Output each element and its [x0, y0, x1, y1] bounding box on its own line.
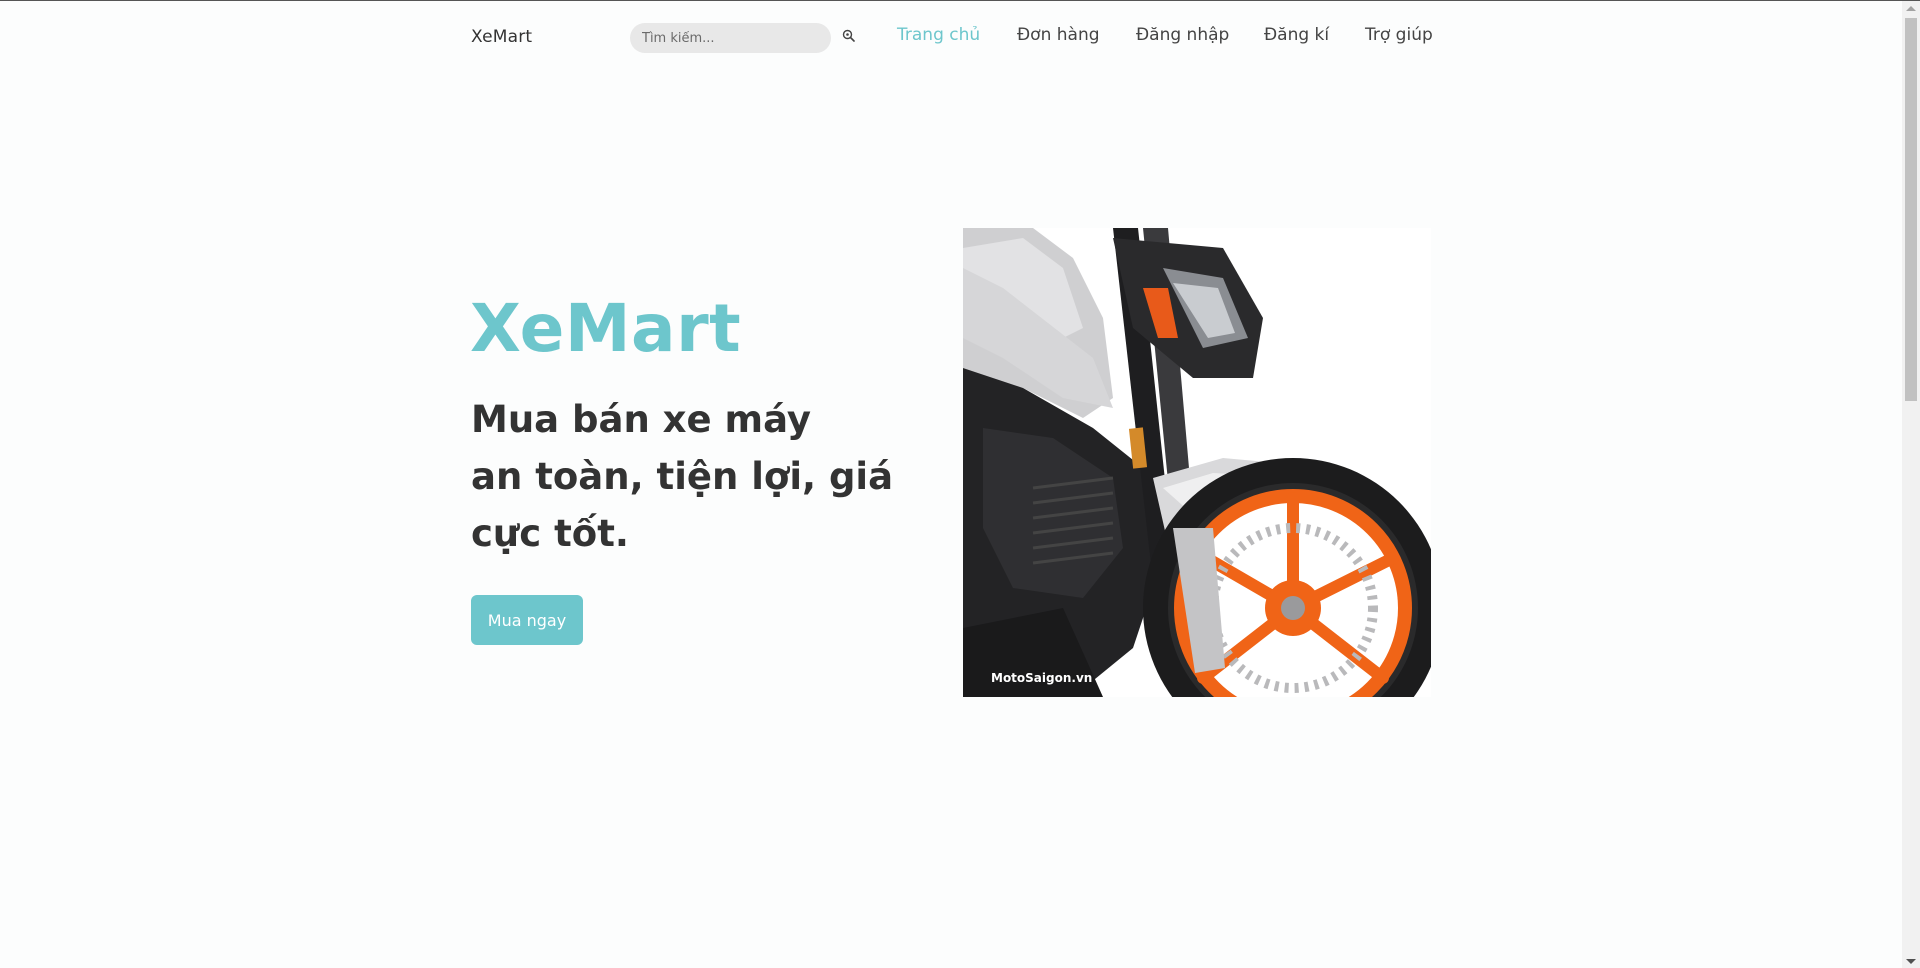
hero-tagline-line1: Mua bán xe máy — [471, 398, 812, 441]
image-watermark: MotoSaigon.vn — [991, 671, 1093, 685]
site-logo[interactable]: XeMart — [471, 27, 532, 47]
scrollbar-thumb[interactable] — [1905, 18, 1917, 401]
search-button[interactable] — [838, 26, 858, 46]
nav-login[interactable]: Đăng nhập — [1136, 25, 1229, 45]
hero-brand: XeMart — [470, 290, 742, 367]
hero-motorcycle-image: MotoSaigon.vn — [963, 228, 1431, 697]
page: XeMart Trang chủ Đơn hàng Đăng nhập Đăng… — [0, 1, 1902, 968]
nav-register[interactable]: Đăng kí — [1264, 25, 1329, 45]
nav-help[interactable]: Trợ giúp — [1365, 25, 1433, 45]
page-scrollbar[interactable] — [1902, 1, 1920, 968]
nav-home[interactable]: Trang chủ — [897, 25, 980, 45]
motorcycle-illustration — [963, 228, 1431, 697]
hero-tagline: Mua bán xe máy an toàn, tiện lợi, giá cự… — [471, 391, 931, 562]
scroll-down-arrow-icon[interactable] — [1906, 959, 1916, 964]
scroll-up-arrow-icon[interactable] — [1906, 6, 1916, 11]
search-icon — [842, 27, 855, 46]
hero-tagline-line2: an toàn, tiện lợi, giá cực tốt. — [471, 455, 894, 555]
buy-now-button[interactable]: Mua ngay — [471, 595, 583, 645]
nav-orders[interactable]: Đơn hàng — [1017, 25, 1100, 45]
search-input[interactable] — [630, 23, 831, 53]
